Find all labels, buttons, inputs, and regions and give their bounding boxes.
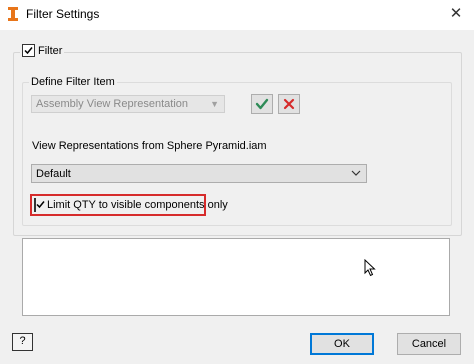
filter-toggle[interactable]: Filter [20,44,65,57]
filter-list-box[interactable] [22,238,450,316]
inventor-app-icon [8,7,18,21]
ok-button[interactable]: OK [310,333,374,355]
view-representation-dropdown[interactable]: Default [31,164,367,183]
window-title: Filter Settings [26,7,100,21]
limit-qty-label[interactable]: Limit QTY to visible components only [47,199,228,211]
close-icon[interactable]: ✕ [446,4,466,24]
limit-qty-checkbox[interactable] [34,198,45,212]
view-representations-label: View Representations from Sphere Pyramid… [32,140,267,152]
chevron-down-icon [350,167,362,182]
view-representation-value: Default [36,168,71,180]
chevron-down-icon: ▼ [210,99,219,109]
reject-filter-button[interactable] [278,94,300,114]
filter-checkbox[interactable] [22,44,35,57]
filter-type-value: Assembly View Representation [36,98,189,110]
cancel-button[interactable]: Cancel [397,333,461,355]
mouse-cursor-icon [364,258,376,280]
checkmark-icon [255,98,269,110]
define-filter-legend: Define Filter Item [29,76,117,88]
filter-type-dropdown[interactable]: Assembly View Representation ▼ [31,95,225,113]
accept-filter-button[interactable] [251,94,273,114]
x-icon [283,98,295,110]
help-button[interactable]: ? [12,333,33,351]
filter-label: Filter [38,44,63,57]
